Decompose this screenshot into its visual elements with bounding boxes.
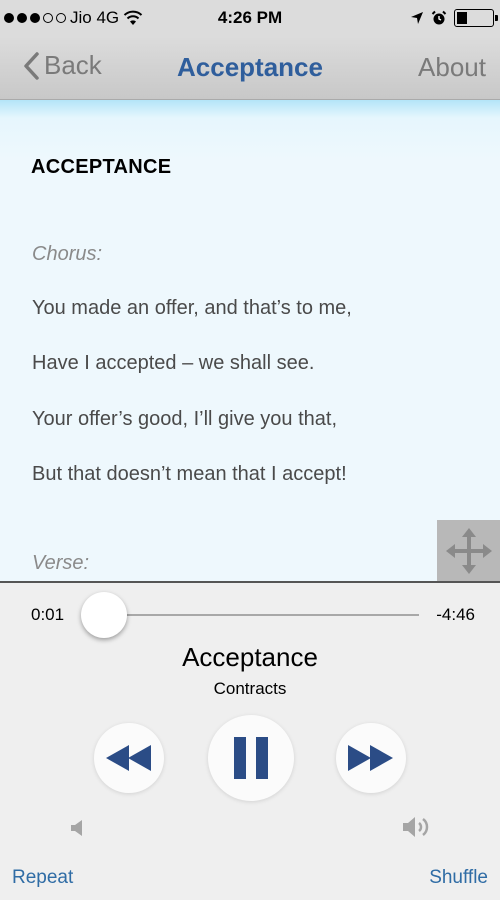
volume-low-icon — [70, 819, 84, 842]
alarm-clock-icon — [431, 10, 447, 25]
move-handle[interactable] — [437, 520, 500, 581]
track-album: Contracts — [213, 679, 287, 698]
volume-high-icon — [402, 815, 432, 844]
rewind-button[interactable] — [94, 723, 164, 793]
rewind-icon — [106, 745, 151, 771]
location-arrow-icon — [411, 12, 423, 24]
fast-forward-button[interactable] — [336, 723, 406, 793]
pause-icon — [234, 737, 268, 779]
verse-label: Verse: — [32, 552, 90, 574]
fast-forward-icon — [348, 745, 393, 771]
lyrics-panel[interactable]: ACCEPTANCE Chorus: You made an offer, an… — [0, 100, 500, 581]
repeat-button[interactable]: Repeat — [12, 867, 73, 889]
status-indicators — [410, 9, 498, 27]
back-label: Back — [44, 50, 102, 80]
progress-knob[interactable] — [81, 592, 127, 638]
move-arrows-icon — [445, 527, 492, 574]
about-button[interactable]: About — [418, 52, 486, 83]
lyric-line: You made an offer, and that’s to me, — [32, 297, 352, 319]
back-button[interactable]: Back — [22, 50, 102, 81]
status-bar: Jio 4G 4:26 PM — [0, 0, 500, 36]
player-panel: 0:01 -4:46 Acceptance Contracts Repeat S… — [0, 581, 500, 900]
lyric-line: But that doesn’t mean that I accept! — [32, 463, 347, 485]
pause-button[interactable] — [208, 715, 294, 801]
track-title: Acceptance — [182, 642, 318, 672]
chorus-label: Chorus: — [32, 243, 103, 265]
progress-track[interactable] — [104, 614, 419, 616]
chevron-left-icon — [24, 51, 39, 80]
navigation-bar: Back Acceptance About — [0, 36, 500, 100]
remaining-time: -4:46 — [436, 605, 475, 624]
elapsed-time: 0:01 — [31, 605, 65, 624]
lyric-line: Your offer’s good, I’ll give you that, — [32, 408, 338, 430]
shuffle-button[interactable]: Shuffle — [429, 867, 488, 889]
lyrics-heading: ACCEPTANCE — [31, 156, 172, 178]
battery-icon — [454, 9, 498, 27]
lyric-line: Have I accepted – we shall see. — [32, 352, 315, 374]
